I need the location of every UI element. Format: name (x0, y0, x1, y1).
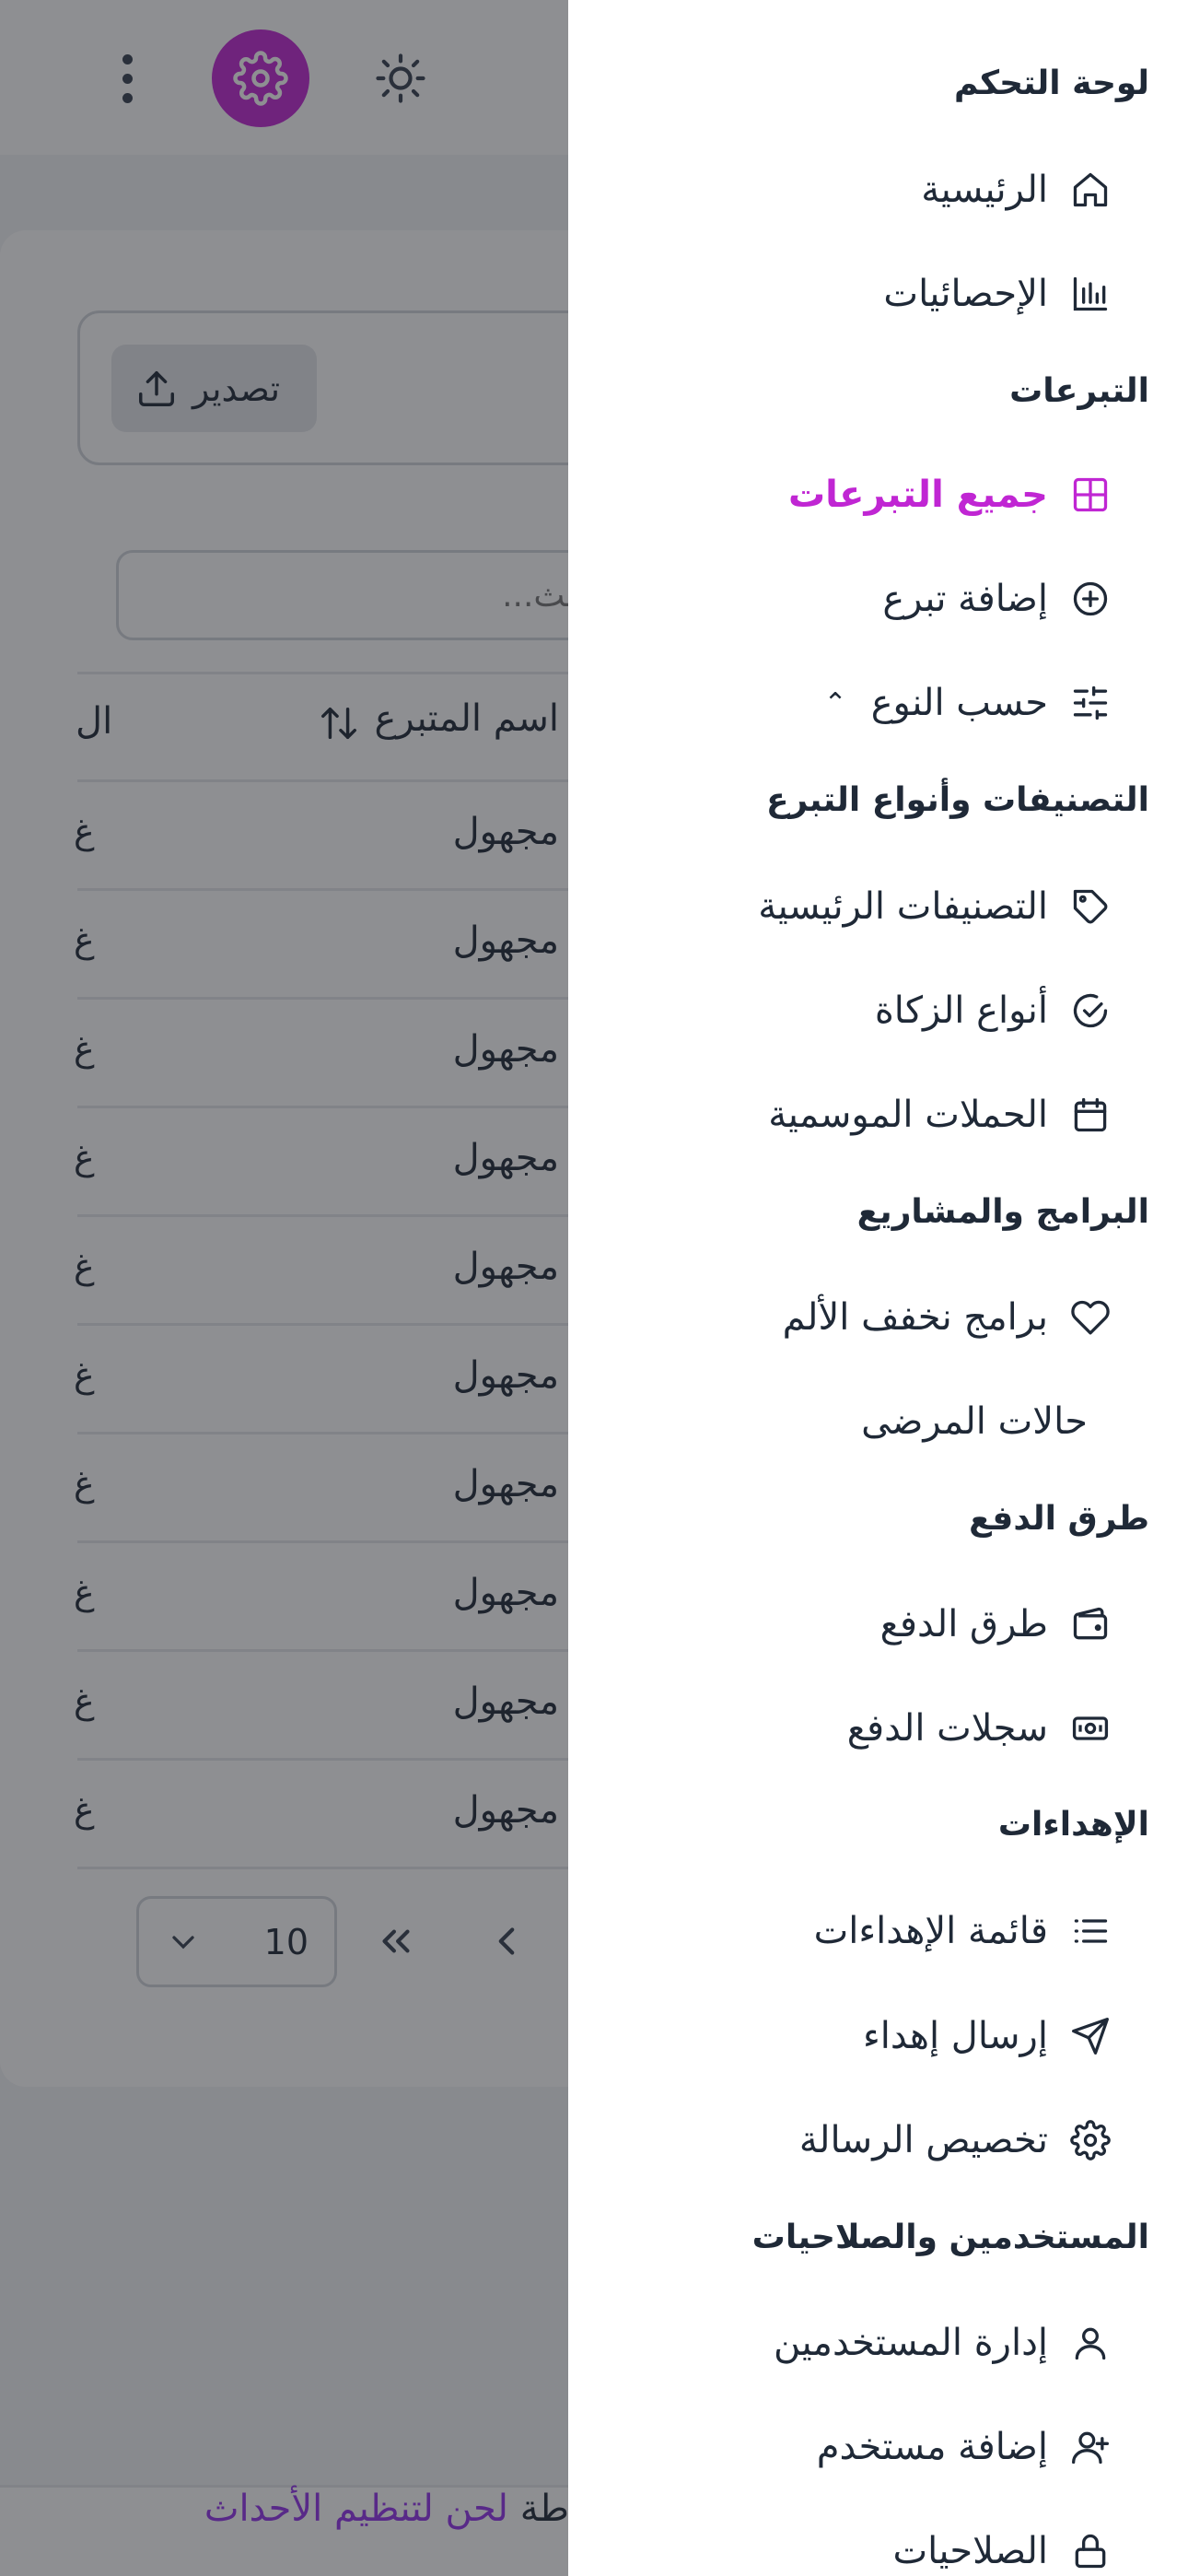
calendar-icon (1068, 1093, 1112, 1137)
sidebar-item-label: إضافة مستخدم (816, 2426, 1048, 2468)
sidebar-item-label: الإحصائيات (883, 273, 1048, 315)
sidebar-item-gifts-list[interactable]: قائمة الإهداءات (814, 1894, 1149, 1968)
sidebar-item-seasonal-campaigns[interactable]: الحملات الموسمية (768, 1078, 1149, 1152)
sidebar-item-label: سجلات الدفع (846, 1707, 1048, 1750)
bar-chart-icon (1068, 272, 1112, 316)
sidebar-item-manage-users[interactable]: إدارة المستخدمين (774, 2306, 1149, 2380)
section-title-users: المستخدمين والصلاحيات (751, 2219, 1149, 2256)
home-icon (1068, 168, 1112, 212)
sidebar-item-label: التصنيفات الرئيسية (758, 885, 1048, 928)
sidebar-item-zakat-types[interactable]: أنواع الزكاة (875, 974, 1149, 1048)
sidebar-item-label: حسب النوع (870, 682, 1048, 724)
sidebar-item-pain-relief-programs[interactable]: برامج نخفف الألم (783, 1281, 1149, 1354)
section-title-categories: التصنيفات وأنواع التبرع (765, 781, 1149, 819)
sidebar-item-payment-records[interactable]: سجلات الدفع (847, 1692, 1149, 1765)
send-icon (1068, 2014, 1112, 2058)
list-icon (1068, 1909, 1112, 1953)
sidebar-item-all-donations[interactable]: جميع التبرعات (788, 458, 1149, 532)
sidebar-item-label: تخصيص الرسالة (798, 2119, 1048, 2161)
sidebar-item-label: الصلاحيات (892, 2530, 1049, 2572)
sidebar-item-label: إرسال إهداء (862, 2015, 1048, 2057)
sliders-icon (1068, 681, 1112, 725)
tag-icon (1068, 884, 1112, 929)
chevron-up-icon[interactable]: ⌃ (824, 687, 847, 720)
sidebar-item-statistics[interactable]: الإحصائيات (883, 257, 1149, 331)
sidebar-item-send-gift[interactable]: إرسال إهداء (863, 1999, 1149, 2073)
sidebar-item-add-user[interactable]: إضافة مستخدم (817, 2410, 1149, 2484)
sidebar-item-home[interactable]: الرئيسية (921, 153, 1149, 227)
lock-icon (1068, 2529, 1112, 2573)
wallet-icon (1068, 1602, 1112, 1646)
sidebar-item-label: الرئيسية (921, 169, 1048, 211)
section-title-programs: البرامج والمشاريع (856, 1193, 1149, 1231)
sidebar-item-label: جميع التبرعات (787, 474, 1048, 516)
user-plus-icon (1068, 2425, 1112, 2469)
user-icon (1068, 2321, 1112, 2365)
check-circle-icon (1068, 989, 1112, 1033)
banknote-icon (1068, 1706, 1112, 1751)
sidebar-drawer: لوحة التحكم الرئيسية الإحصائيات التبرعات… (568, 0, 1188, 2576)
section-title-dashboard: لوحة التحكم (953, 64, 1149, 102)
sidebar-item-add-donation[interactable]: إضافة تبرع (882, 562, 1149, 636)
plus-circle-icon (1068, 577, 1112, 621)
sidebar-item-label: أنواع الزكاة (874, 989, 1048, 1032)
sidebar-item-by-type[interactable]: حسب النوع ⌃ (824, 666, 1149, 740)
sidebar-item-label: طرق الدفع (879, 1603, 1048, 1645)
sidebar-item-permissions[interactable]: الصلاحيات (893, 2514, 1150, 2576)
sidebar-item-payment-methods[interactable]: طرق الدفع (880, 1587, 1149, 1661)
sidebar-item-patient-cases[interactable]: حالات المرضى (861, 1385, 1149, 1458)
sidebar-item-label: إضافة تبرع (882, 578, 1048, 620)
heart-icon (1068, 1295, 1112, 1340)
sidebar-item-label: الحملات الموسمية (768, 1094, 1048, 1136)
sidebar-item-label: إدارة المستخدمين (774, 2322, 1048, 2364)
section-title-donations: التبرعات (1009, 372, 1149, 410)
sidebar-item-main-categories[interactable]: التصنيفات الرئيسية (758, 870, 1149, 943)
gear-icon (1068, 2118, 1112, 2162)
sidebar-item-label: قائمة الإهداءات (813, 1910, 1048, 1952)
grid-icon (1068, 473, 1112, 517)
sidebar-item-label: برامج نخفف الألم (782, 1296, 1048, 1339)
sidebar-item-label: حالات المرضى (861, 1400, 1088, 1443)
sidebar-item-customize-message[interactable]: تخصيص الرسالة (799, 2103, 1149, 2177)
section-title-gifts: الإهداءات (997, 1806, 1149, 1844)
section-title-payment: طرق الدفع (969, 1500, 1149, 1538)
